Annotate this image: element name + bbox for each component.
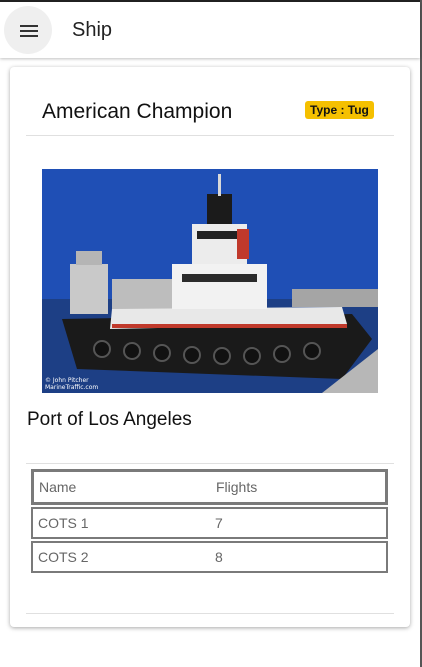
- divider: [26, 463, 394, 464]
- ship-card: American Champion Type : Tug © John Pitc…: [10, 67, 410, 627]
- hamburger-menu-icon[interactable]: [4, 6, 52, 54]
- photo-credit-line: © John Pitcher: [45, 377, 89, 384]
- divider: [26, 135, 394, 136]
- photo-credit-line: MarineTraffic.com: [45, 384, 99, 391]
- divider: [26, 613, 394, 614]
- table-cell-flights: 8: [215, 549, 223, 565]
- table-cell-name: COTS 1: [38, 515, 89, 531]
- missions-table: Name Flights COTS 1 7 COTS 2 8: [31, 469, 388, 575]
- tugboat-illustration: [42, 169, 378, 393]
- table-row[interactable]: COTS 1 7: [31, 507, 388, 539]
- app-bar: Ship: [0, 2, 420, 58]
- home-port: Port of Los Angeles: [27, 409, 192, 430]
- ship-name: American Champion: [42, 100, 233, 123]
- app-title: Ship: [72, 19, 113, 41]
- ship-type-badge: Type : Tug: [305, 101, 374, 119]
- table-cell-name: COTS 2: [38, 549, 89, 565]
- table-header-row: Name Flights: [31, 469, 388, 505]
- table-row[interactable]: COTS 2 8: [31, 541, 388, 573]
- table-header-name: Name: [39, 479, 77, 495]
- photo-credit: © John Pitcher MarineTraffic.com: [45, 377, 98, 391]
- table-cell-flights: 7: [215, 515, 223, 531]
- table-header-flights: Flights: [216, 479, 258, 495]
- ship-photo: © John Pitcher MarineTraffic.com: [42, 169, 378, 393]
